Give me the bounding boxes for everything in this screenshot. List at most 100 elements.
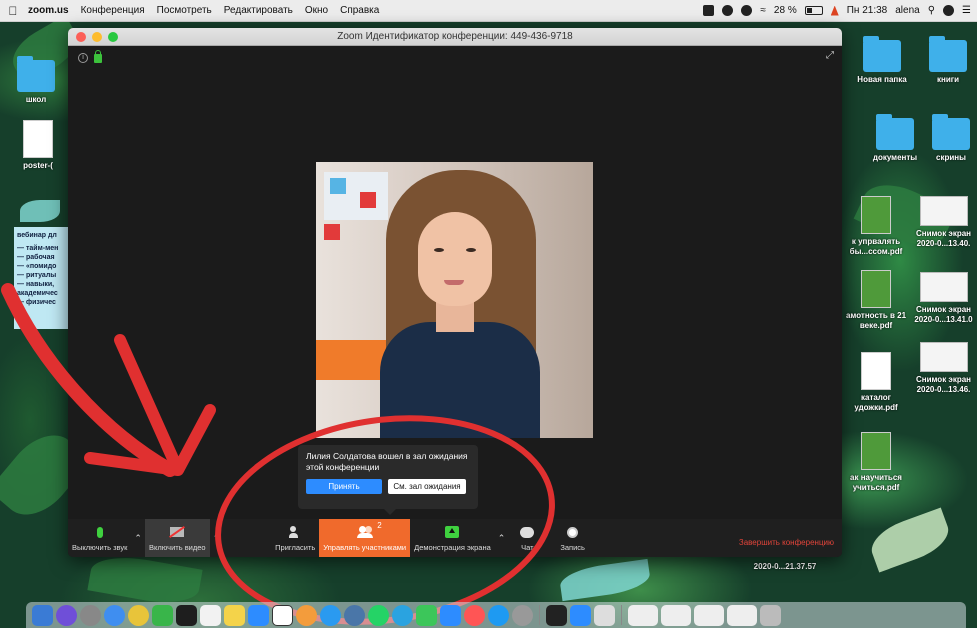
facetime-icon[interactable] — [416, 604, 437, 626]
screenshot-icon — [919, 196, 968, 226]
desktop-folder[interactable]: скрины — [925, 114, 977, 163]
desktop-folder[interactable]: Новая папка — [847, 36, 917, 85]
desktop-file[interactable]: poster-( — [8, 120, 68, 171]
menu-help[interactable]: Справка — [340, 5, 379, 16]
desktop-icon-label: Снимок экран 2020-0...13.46. — [915, 375, 972, 394]
finder-icon[interactable] — [32, 604, 53, 626]
share-screen-button[interactable]: Демонстрация экрана — [410, 519, 495, 557]
desktop-file[interactable]: к упрвалять бы...ссом.pdf — [840, 196, 912, 257]
menu-edit[interactable]: Редактировать — [224, 5, 293, 16]
launchpad-icon[interactable] — [80, 604, 101, 626]
fullscreen-icon[interactable]: ⤢ — [826, 50, 834, 61]
video-options-chevron-icon[interactable]: ⌃ — [210, 533, 224, 544]
clock[interactable]: Пн 21:38 — [847, 5, 888, 16]
start-video-button[interactable]: Включить видео — [144, 519, 210, 557]
control-center-icon[interactable]: ☰ — [962, 5, 971, 16]
preview-icon[interactable] — [594, 604, 615, 626]
video-person — [418, 212, 492, 306]
minimized-window-icon[interactable] — [628, 604, 658, 626]
minimized-window-icon[interactable] — [694, 604, 724, 626]
app-icon[interactable] — [570, 604, 591, 626]
invite-icon — [289, 526, 301, 538]
audio-options-chevron-icon[interactable]: ⌃ — [131, 533, 145, 544]
music-icon[interactable] — [464, 604, 485, 626]
desktop-file[interactable]: ак научиться учиться.pdf — [836, 432, 916, 493]
window-title: Zoom Идентификатор конференции: 449-436-… — [337, 31, 573, 42]
status-icon[interactable] — [722, 5, 734, 16]
vk-icon[interactable] — [344, 604, 365, 626]
record-button[interactable]: Запись — [546, 519, 599, 557]
chat-icon — [520, 526, 535, 538]
trash-icon[interactable] — [760, 604, 781, 626]
app-store-icon[interactable] — [488, 604, 509, 626]
screenshot-icon — [919, 272, 968, 302]
zoom-meetings-icon[interactable] — [440, 604, 461, 626]
telegram-icon[interactable] — [392, 604, 413, 626]
menu-view[interactable]: Посмотреть — [157, 5, 212, 16]
mute-button[interactable]: Выключить звук — [68, 519, 131, 557]
participant-video[interactable] — [316, 162, 593, 438]
menu-conference[interactable]: Конференция — [81, 5, 145, 16]
desktop-folder[interactable]: книги — [918, 36, 977, 85]
desktop-icon-label: Снимок экран 2020-0...13.40. — [915, 229, 972, 248]
desktop-folder[interactable]: школ — [6, 56, 66, 105]
notes-icon[interactable] — [224, 604, 245, 626]
invite-button[interactable]: Пригласить — [271, 519, 319, 557]
menu-app-name[interactable]: zoom.us — [28, 5, 69, 16]
info-icon[interactable]: i — [78, 52, 88, 63]
desktop-file[interactable]: Снимок экран 2020-0...13.40. — [910, 196, 977, 249]
minimized-window-icon[interactable] — [727, 604, 757, 626]
whatsapp-icon[interactable] — [368, 604, 389, 626]
see-waiting-room-button[interactable]: См. зал ожидания — [388, 479, 466, 494]
messenger-icon[interactable] — [320, 604, 341, 626]
system-preferences-icon[interactable] — [512, 604, 533, 626]
note-line: академичес — [17, 290, 58, 297]
manage-participants-button[interactable]: 2 Управлять участниками — [319, 519, 411, 557]
user-name[interactable]: alena — [895, 5, 919, 16]
desktop-file[interactable]: каталог удожки.pdf — [840, 352, 912, 413]
end-meeting-button[interactable]: Завершить конференцию — [739, 530, 842, 547]
desktop-icon-label: poster-( — [23, 161, 53, 170]
app-icon[interactable] — [176, 604, 197, 626]
calendar-icon[interactable] — [200, 604, 221, 626]
desktop-folder[interactable]: документы — [860, 114, 930, 163]
status-icon[interactable] — [703, 5, 715, 16]
desktop-icon-label: школ — [25, 95, 47, 104]
video-background — [316, 340, 386, 380]
battery-icon[interactable] — [804, 6, 823, 15]
window-titlebar[interactable]: Zoom Идентификатор конференции: 449-436-… — [68, 28, 842, 46]
desktop-icon-label: Новая папка — [857, 75, 907, 84]
alert-icon[interactable] — [830, 5, 839, 16]
notion-icon[interactable] — [272, 604, 293, 626]
photos-icon[interactable] — [296, 604, 317, 626]
desktop-file[interactable]: амотность в 21 веке.pdf — [840, 270, 912, 331]
wifi-icon[interactable]: ≈ — [760, 5, 766, 16]
siri-icon[interactable] — [56, 604, 77, 626]
battery-percent: 28 % — [773, 5, 797, 16]
status-icon[interactable] — [741, 5, 753, 16]
pdf-icon — [861, 432, 891, 470]
waiting-room-notification: Лилия Солдатова вошел в зал ожидания это… — [298, 445, 478, 515]
desktop-file[interactable]: Снимок экран 2020-0...13.46. — [910, 342, 977, 395]
wallpaper-leaf — [558, 558, 652, 602]
apple-menu-icon[interactable]:  — [6, 4, 20, 18]
utorrent-icon[interactable] — [152, 604, 173, 626]
spotlight-search-icon[interactable]: ⚲ — [928, 5, 935, 16]
lock-icon[interactable] — [94, 50, 102, 63]
zoom-icon[interactable] — [248, 604, 269, 626]
minimized-window-icon[interactable] — [661, 604, 691, 626]
siri-icon[interactable] — [943, 5, 955, 16]
desktop-file[interactable]: 2020-0...21.37.57 — [740, 562, 830, 572]
meeting-toolbar: Выключить звук ⌃ Включить видео ⌃ Пригла… — [68, 519, 842, 557]
chat-button[interactable]: Чат — [508, 519, 546, 557]
terminal-icon[interactable] — [546, 604, 567, 626]
desktop-file[interactable]: Снимок экран 2020-0...13.41.0 — [910, 272, 977, 325]
menu-window[interactable]: Окно — [305, 5, 328, 16]
safari-icon[interactable] — [104, 604, 125, 626]
microphone-icon — [96, 526, 103, 538]
sticky-note[interactable]: вебинар дл — тайм-мен — рабочая — «помид… — [14, 227, 72, 329]
admit-button[interactable]: Принять — [306, 479, 382, 494]
desktop-icon-label: ак научиться учиться.pdf — [850, 473, 902, 492]
chrome-icon[interactable] — [128, 604, 149, 626]
share-options-chevron-icon[interactable]: ⌃ — [495, 533, 509, 544]
